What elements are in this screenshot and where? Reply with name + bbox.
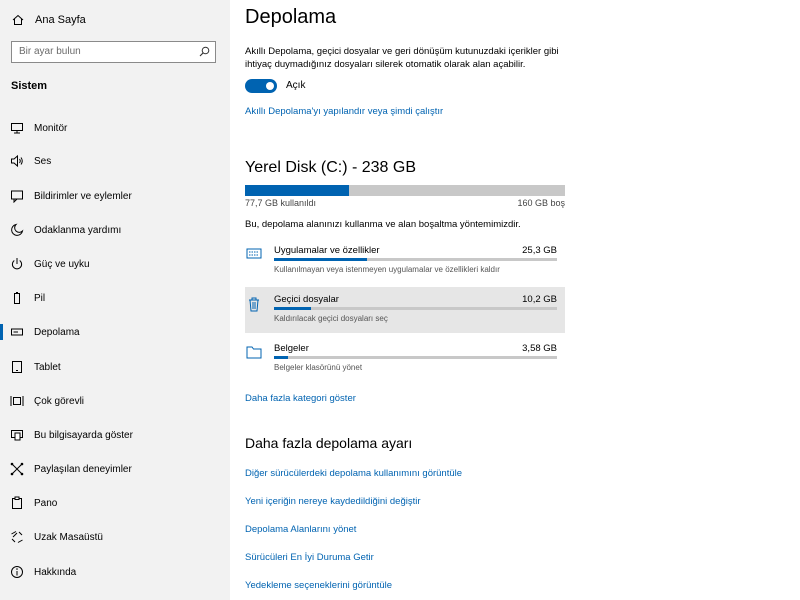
sidebar-item-project[interactable]: Bu bilgisayarda göster [0,420,230,450]
category-name: Uygulamalar ve özellikler [274,245,380,256]
sidebar-item-label: Pil [34,292,46,304]
tablet-icon [12,361,22,373]
category-bar-fill [274,356,289,359]
category-subtitle: Kullanılmayan veya istenmeyen uygulamala… [274,265,500,274]
apps-icon [246,248,262,259]
home-link[interactable]: Ana Sayfa [12,11,86,29]
sidebar-item-label: Odaklanma yardımı [34,224,122,236]
other-drives-link[interactable]: Diğer sürücülerdeki depolama kullanımını… [245,468,462,479]
backup-options-link[interactable]: Yedekleme seçeneklerini görüntüle [245,580,392,591]
disk-usage-bar [245,185,565,196]
category-bar [274,356,557,359]
category-size: 10,2 GB [522,294,557,305]
sidebar-item-label: Paylaşılan deneyimler [34,463,132,475]
category-bar-fill [274,307,311,310]
category-subtitle: Kaldırılacak geçici dosyaları seç [274,314,388,323]
sidebar-item-sound[interactable]: Ses [0,146,230,176]
sidebar-item-focus-assist[interactable]: Odaklanma yardımı [0,215,230,245]
storage-icon [11,328,23,336]
sidebar-item-storage[interactable]: Depolama [0,317,230,347]
sidebar-item-remote-desktop[interactable]: Uzak Masaüstü [0,522,230,552]
project-icon [11,430,23,441]
sidebar-item-label: Pano [34,497,58,509]
sidebar-item-multitasking[interactable]: Çok görevli [0,386,230,416]
category-name: Belgeler [274,343,309,354]
moon-icon [11,223,24,236]
disk-used-label: 77,7 GB kullanıldı [245,198,317,208]
sidebar-item-about[interactable]: Hakkında [0,557,230,587]
sidebar-item-notifications[interactable]: Bildirimler ve eylemler [0,181,230,211]
sidebar-item-label: Ses [34,155,52,167]
category-apps[interactable]: Uygulamalar ve özellikler 25,3 GB Kullan… [245,238,565,284]
search-box[interactable] [11,41,216,63]
usage-description: Bu, depolama alanınızı kullanma ve alan … [245,219,521,230]
disk-usage-fill [245,185,350,196]
category-bar [274,258,557,261]
active-indicator [0,324,3,340]
sidebar-item-power-sleep[interactable]: Güç ve uyku [0,249,230,279]
sidebar-item-monitor[interactable]: Monitör [0,113,230,143]
more-settings-title: Daha fazla depolama ayarı [245,435,413,451]
category-bar-fill [274,258,368,261]
disk-title: Yerel Disk (C:) - 238 GB [245,159,417,176]
home-label: Ana Sayfa [35,14,86,26]
sidebar-item-label: Uzak Masaüstü [34,531,103,543]
power-icon [11,258,23,270]
configure-storage-sense-link[interactable]: Akıllı Depolama'yı yapılandır veya şimdi… [245,106,443,117]
battery-icon [14,292,20,304]
multitasking-icon [10,396,24,406]
category-name: Geçici dosyalar [274,294,339,305]
category-subtitle: Belgeler klasörünü yönet [274,363,363,372]
toggle-state-label: Açık [286,80,306,91]
documents-icon [246,346,262,359]
sidebar-item-label: Tablet [34,361,61,373]
notifications-icon [11,190,23,203]
home-icon [12,14,24,25]
shared-experiences-icon [10,462,24,476]
toggle-knob [266,82,274,90]
monitor-icon [11,123,23,134]
category-bar [274,307,557,310]
category-size: 3,58 GB [522,343,557,354]
storage-spaces-link[interactable]: Depolama Alanlarını yönet [245,524,356,535]
sidebar-item-clipboard[interactable]: Pano [0,488,230,518]
trash-icon [249,297,259,312]
storage-sense-toggle[interactable] [245,79,277,93]
save-location-link[interactable]: Yeni içeriğin nereye kaydedildiğini deği… [245,496,421,507]
sidebar-item-label: Monitör [34,122,68,134]
sidebar-item-label: Bu bilgisayarda göster [34,429,133,441]
sidebar-item-tablet[interactable]: Tablet [0,352,230,382]
page-title: Depolama [245,6,337,28]
sidebar-item-label: Güç ve uyku [34,258,90,270]
sidebar-item-label: Bildirimler ve eylemler [34,190,132,202]
category-temp-files[interactable]: Geçici dosyalar 10,2 GB Kaldırılacak geç… [245,287,565,333]
sidebar: Ana Sayfa Sistem Monitör Ses Bildirimler… [0,0,230,600]
search-icon[interactable] [199,46,210,57]
optimize-drives-link[interactable]: Sürücüleri En İyi Duruma Getir [245,552,374,563]
more-categories-link[interactable]: Daha fazla kategori göster [245,393,356,404]
sidebar-item-label: Depolama [34,326,80,338]
speaker-icon [11,154,23,168]
sidebar-item-label: Hakkında [34,566,77,578]
clipboard-icon [12,496,22,509]
sidebar-item-label: Çok görevli [34,395,85,407]
sidebar-item-shared-experiences[interactable]: Paylaşılan deneyimler [0,454,230,484]
category-size: 25,3 GB [522,245,557,256]
info-icon [11,566,23,578]
remote-desktop-icon [11,531,23,543]
sidebar-item-battery[interactable]: Pil [0,283,230,313]
section-label: Sistem [11,80,48,92]
storage-sense-description: Akıllı Depolama, geçici dosyalar ve geri… [245,46,559,70]
search-input[interactable] [19,46,189,57]
disk-free-label: 160 GB boş [517,198,565,208]
category-documents[interactable]: Belgeler 3,58 GB Belgeler klasörünü yöne… [245,336,565,382]
